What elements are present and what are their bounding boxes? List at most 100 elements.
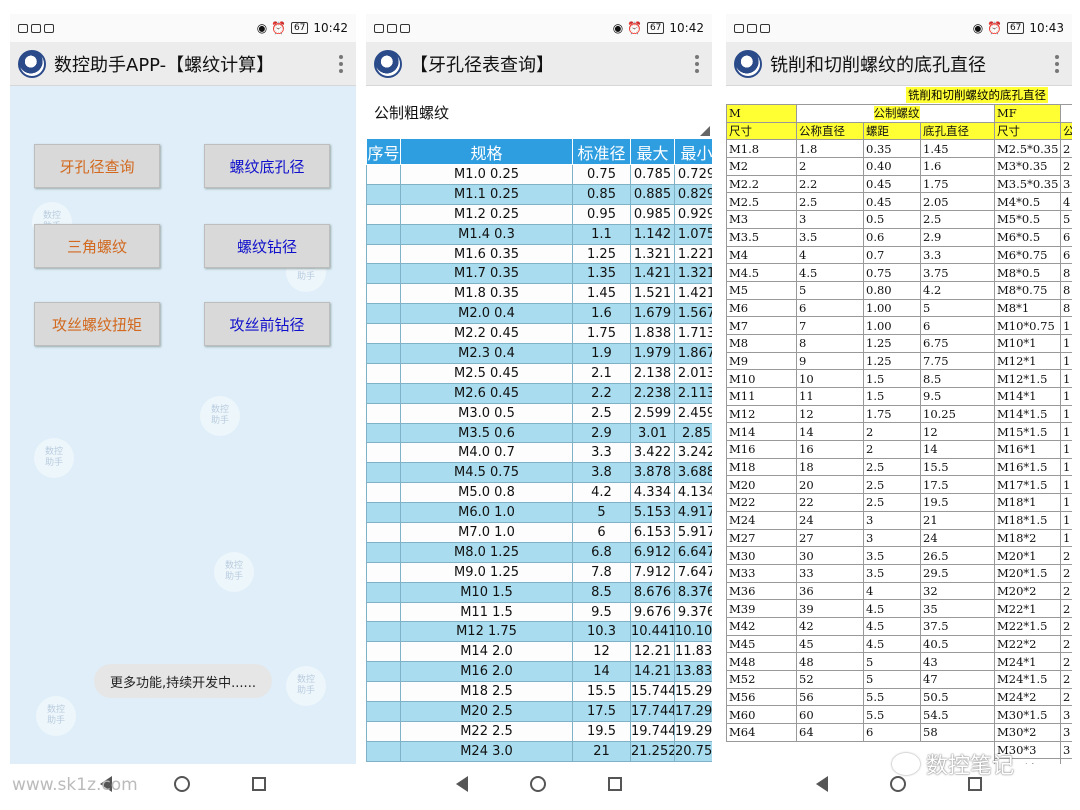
table-row[interactable]: M5.0 0.8 4.2 4.334 4.134: [366, 482, 712, 504]
table-cell: M18*1: [994, 493, 1062, 512]
table-cell: M11: [726, 387, 797, 406]
table-cell: 1.75: [863, 404, 921, 424]
alarm-icon: ◉ ⏰: [612, 21, 642, 35]
table-row[interactable]: M10 1.5 8.5 8.676 8.376: [366, 581, 712, 603]
recents-icon[interactable]: [252, 777, 266, 791]
table-header-row: 尺寸公称直径螺距底孔直径尺寸公: [726, 121, 1072, 141]
table-cell: [366, 263, 401, 285]
table-cell: 0.5: [863, 210, 921, 229]
table-row: M52 52 5 47 M24*1.5 2: [726, 670, 1072, 689]
table-row[interactable]: M3.0 0.5 2.5 2.599 2.459: [366, 402, 712, 424]
table-row[interactable]: M14 2.01212.2111.835: [366, 641, 712, 663]
table-row[interactable]: M1.6 0.35 1.25 1.321 1.221: [366, 243, 712, 265]
back-icon[interactable]: [456, 776, 468, 792]
table-cell: 1.321: [630, 243, 675, 265]
overflow-menu-icon[interactable]: [334, 54, 348, 73]
table-row[interactable]: M12 1.7510.310.44110.106: [366, 621, 712, 643]
table-row[interactable]: M1.1 0.25 0.85 0.885 0.829: [366, 183, 712, 205]
table-row[interactable]: M18 2.515.515.74415.294: [366, 681, 712, 703]
watermark-logo: 数控 助手: [286, 666, 326, 706]
table-cell: 29.5: [919, 563, 996, 583]
table-cell: 2: [796, 157, 864, 176]
table-cell: 9.5: [919, 387, 996, 406]
table-row[interactable]: M4.0 0.7 3.3 3.422 3.242: [366, 442, 712, 464]
table-cell: 8.5: [572, 581, 631, 603]
table-cell: M16*1: [994, 440, 1062, 459]
table-cell: 3: [1060, 723, 1072, 742]
overflow-menu-icon[interactable]: [1050, 54, 1064, 73]
table-cell: [366, 581, 401, 603]
table-cell: 6: [919, 316, 996, 335]
table-cell: 0.45: [863, 192, 921, 212]
table-cell: 1.75: [919, 174, 996, 194]
table-cell: 50.5: [919, 687, 996, 707]
table-cell: 42: [796, 616, 864, 636]
pre-tap-drill-button[interactable]: 攻丝前钻径: [204, 302, 330, 346]
table-row[interactable]: M2.5 0.45 2.1 2.138 2.013: [366, 362, 712, 384]
table-cell: 14: [796, 422, 864, 442]
table-cell: 1: [1060, 316, 1072, 335]
table-cell: 43: [919, 652, 996, 671]
home-icon[interactable]: [174, 776, 190, 792]
table-row[interactable]: M3.5 0.6 2.9 3.01 2.85: [366, 422, 712, 444]
table-cell: [366, 641, 401, 663]
table-cell: 20: [796, 475, 864, 495]
table-cell: M4.5 0.75: [400, 462, 573, 484]
table-row[interactable]: M1.7 0.35 1.35 1.421 1.321: [366, 263, 712, 285]
table-row[interactable]: M1.0 0.25 0.75 0.785 0.729: [366, 164, 712, 185]
thread-drill-diameter-button[interactable]: 螺纹钻径: [204, 224, 330, 268]
sheet-caption-text: 铣削和切削螺纹的底孔直径: [906, 87, 1048, 103]
table-row[interactable]: M2.2 0.45 1.75 1.838 1.713: [366, 323, 712, 345]
table-cell: 1.979: [630, 343, 675, 364]
overflow-menu-icon[interactable]: [690, 54, 704, 73]
table-cell: 21: [919, 510, 996, 530]
table-row[interactable]: M7.0 1.0 6 6.153 5.917: [366, 522, 712, 543]
table-row[interactable]: M2.6 0.45 2.2 2.238 2.113: [366, 382, 712, 404]
table-cell: M2: [726, 157, 797, 176]
table-row[interactable]: M1.4 0.3 1.1 1.142 1.075: [366, 223, 712, 245]
table-cell: M52: [726, 670, 797, 689]
triangle-thread-button[interactable]: 三角螺纹: [34, 224, 160, 268]
table-row[interactable]: M8.0 1.25 6.8 6.912 6.647: [366, 541, 712, 563]
table-cell: 1.45: [572, 283, 631, 305]
table-row[interactable]: M9.0 1.25 7.8 7.912 7.647: [366, 561, 712, 583]
table-cell: 6.8: [572, 541, 631, 563]
table-row[interactable]: M1.8 0.35 1.45 1.521 1.421: [366, 283, 712, 305]
table-cell: [366, 203, 401, 225]
table-row[interactable]: M1.2 0.25 0.95 0.985 0.929: [366, 203, 712, 225]
table-cell: 2: [1060, 687, 1072, 707]
table-row: M20 20 2.5 17.5 M17*1.5 1: [726, 475, 1072, 495]
table-cell: M5: [726, 280, 797, 300]
table-cell: [366, 561, 401, 583]
table-cell: M3.5 0.6: [400, 422, 573, 444]
table-cell: 0.40: [863, 157, 921, 176]
table-row[interactable]: M16 2.01414.2113.835: [366, 661, 712, 683]
phone-screen-bottom-hole-table: ◉ ⏰ 67 10:43 铣削和切削螺纹的底孔直径 铣削和切削螺纹的底孔直径 M 公…: [726, 14, 1072, 764]
table-cell: 1.75: [572, 323, 631, 345]
table-cell: 1: [1060, 440, 1072, 459]
back-icon[interactable]: [816, 776, 828, 792]
table-row[interactable]: M22 2.519.519.74419.294: [366, 720, 712, 742]
home-icon[interactable]: [530, 776, 546, 792]
table-row[interactable]: M2.0 0.4 1.6 1.679 1.567: [366, 303, 712, 325]
thread-hole-lookup-button[interactable]: 牙孔径查询: [34, 144, 160, 188]
table-cell: 11: [796, 387, 864, 406]
table-cell: [366, 382, 401, 404]
table-cell: M1.1 0.25: [400, 183, 573, 205]
thread-type-select[interactable]: 公制粗螺纹: [366, 86, 712, 138]
thread-bottom-hole-button[interactable]: 螺纹底孔径: [204, 144, 330, 188]
table-cell: 1: [1060, 493, 1072, 512]
table-row[interactable]: M6.0 1.0 5 5.153 4.917: [366, 502, 712, 524]
table-row[interactable]: M11 1.5 9.5 9.676 9.376: [366, 601, 712, 623]
table-cell: 5: [863, 652, 921, 671]
table-header-row: 序号 规格 标准径 最大 最小: [366, 138, 712, 165]
recents-icon[interactable]: [608, 777, 622, 791]
table-cell: 1.8: [796, 139, 864, 159]
table-row: M4 4 0.7 3.3 M6*0.75 6: [726, 245, 1072, 265]
table-cell: M24*1: [994, 652, 1062, 671]
table-row[interactable]: M2.3 0.4 1.9 1.979 1.867: [366, 343, 712, 364]
tapping-torque-button[interactable]: 攻丝螺纹扭矩: [34, 302, 160, 346]
table-row[interactable]: M20 2.517.517.74417.294: [366, 701, 712, 722]
table-row[interactable]: M24 3.02121.25220.752: [366, 740, 712, 762]
table-row[interactable]: M4.5 0.75 3.8 3.878 3.688: [366, 462, 712, 484]
